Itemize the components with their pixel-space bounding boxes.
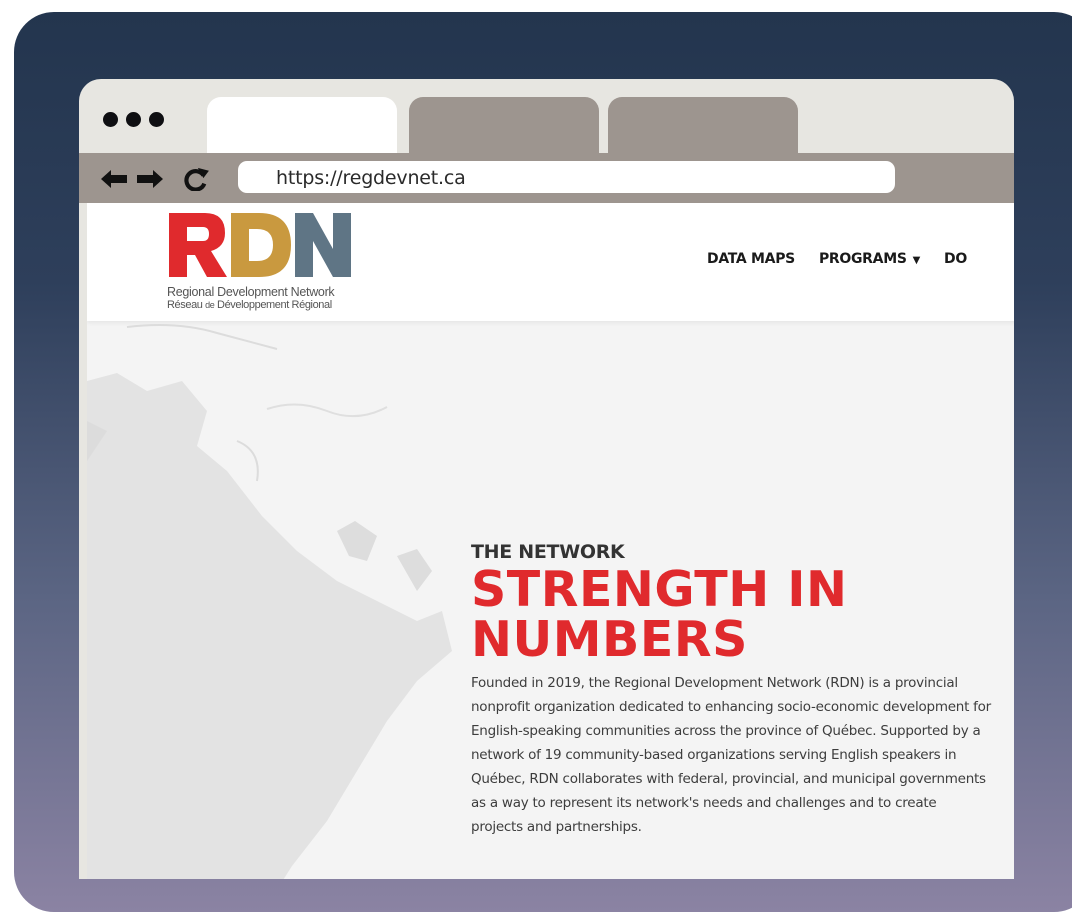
- web-page: Regional Development Network Réseau de D…: [87, 203, 1014, 879]
- hero-section: THE NETWORK STRENGTH IN NUMBERS Founded …: [471, 541, 1011, 839]
- main-nav: DATA MAPS PROGRAMS ▼ DO: [707, 251, 967, 267]
- hero-description: Founded in 2019, the Regional Developmen…: [471, 675, 991, 835]
- address-bar-url: https://regdevnet.ca: [276, 167, 466, 189]
- reload-icon[interactable]: [180, 167, 212, 191]
- browser-tab-2[interactable]: [409, 97, 599, 155]
- site-header: Regional Development Network Réseau de D…: [87, 203, 1014, 321]
- chevron-down-icon: ▼: [912, 255, 921, 266]
- forward-arrow-icon[interactable]: [135, 167, 165, 191]
- rdn-logo-mark: [169, 213, 351, 277]
- hero-eyebrow: THE NETWORK: [471, 541, 625, 563]
- rdn-logo[interactable]: Regional Development Network Réseau de D…: [167, 211, 367, 321]
- browser-toolbar: https://regdevnet.ca: [79, 153, 1014, 203]
- hero-headline: STRENGTH IN NUMBERS: [471, 561, 848, 668]
- nav-item-truncated[interactable]: DO: [944, 251, 967, 267]
- browser-tab-active[interactable]: [207, 97, 397, 155]
- browser-window: https://regdevnet.ca Regional Developmen…: [79, 79, 1014, 879]
- logo-subtitle-fr: Réseau de Développement Régional: [167, 299, 332, 311]
- browser-tab-3[interactable]: [608, 97, 798, 155]
- logo-subtitle-en: Regional Development Network: [167, 285, 335, 299]
- back-arrow-icon[interactable]: [99, 167, 129, 191]
- nav-data-maps[interactable]: DATA MAPS: [707, 251, 795, 267]
- window-dots-icon[interactable]: [103, 112, 164, 127]
- nav-programs[interactable]: PROGRAMS ▼: [819, 251, 920, 267]
- address-bar[interactable]: https://regdevnet.ca: [238, 161, 895, 193]
